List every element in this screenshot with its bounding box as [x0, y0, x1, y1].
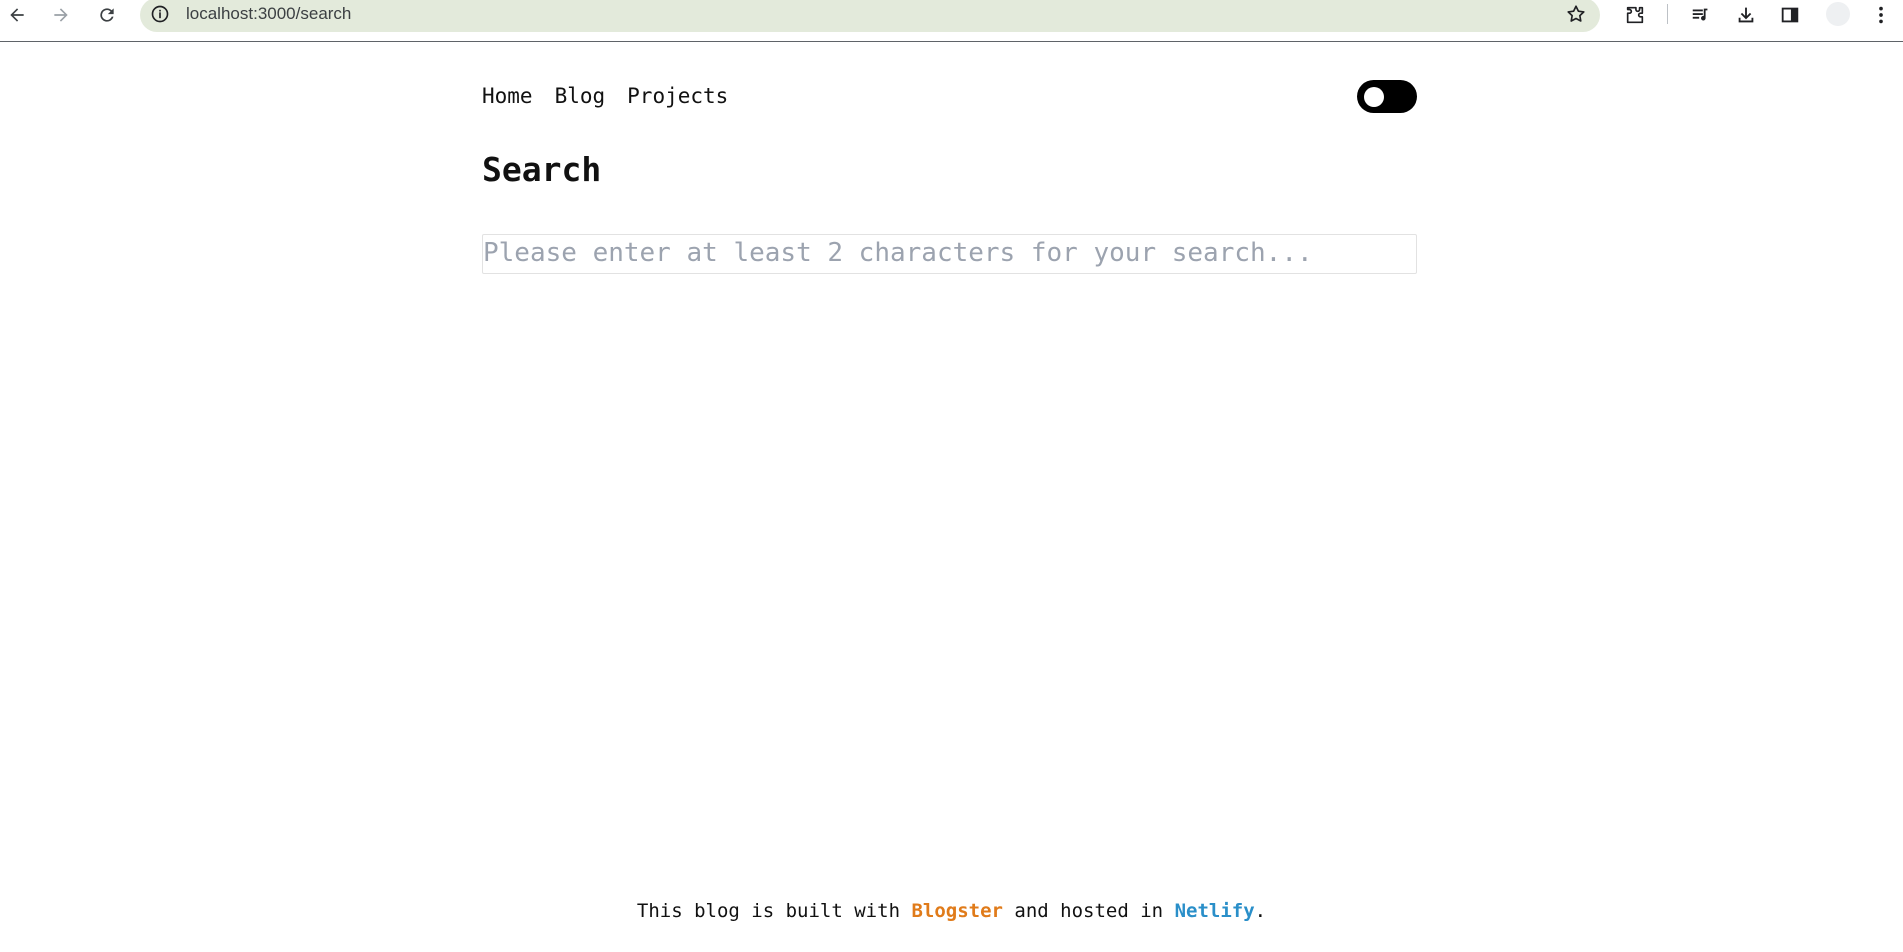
download-icon: [1738, 7, 1754, 23]
side-panel-icon: [1781, 7, 1799, 23]
extensions-button[interactable]: [1620, 0, 1650, 30]
footer-text-middle: and hosted in: [1002, 900, 1175, 922]
page-title: Search: [482, 150, 602, 189]
nav-link-blog[interactable]: Blog: [555, 84, 606, 108]
search-input[interactable]: [482, 234, 1417, 274]
downloads-button[interactable]: [1731, 0, 1761, 30]
address-bar[interactable]: localhost:3000/search: [140, 0, 1600, 32]
forward-arrow-icon: [54, 8, 68, 22]
footer-text-after: .: [1254, 900, 1267, 922]
footer-text-before: This blog is built with: [636, 900, 912, 922]
back-arrow-icon: [10, 8, 24, 22]
browser-menu-button[interactable]: [1866, 0, 1896, 30]
nav-link-projects[interactable]: Projects: [627, 84, 728, 108]
reload-icon: [100, 8, 114, 22]
reading-list-icon: [1692, 8, 1708, 21]
profile-avatar[interactable]: [1826, 2, 1850, 26]
bookmark-star-icon[interactable]: [1564, 2, 1588, 26]
forward-button[interactable]: [46, 0, 76, 30]
toolbar-divider: [1667, 4, 1668, 24]
back-button[interactable]: [2, 0, 32, 30]
reading-list-button[interactable]: [1686, 0, 1716, 30]
footer-link-netlify[interactable]: Netlify: [1175, 900, 1255, 922]
reload-button[interactable]: [92, 0, 122, 30]
footer-link-blogster[interactable]: Blogster: [911, 900, 1003, 922]
footer: This blog is built with Blogster and hos…: [0, 900, 1903, 922]
browser-toolbar: localhost:3000/search: [0, 0, 1903, 42]
theme-toggle[interactable]: [1357, 80, 1417, 113]
side-panel-button[interactable]: [1775, 0, 1805, 30]
nav-link-home[interactable]: Home: [482, 84, 533, 108]
url-text[interactable]: localhost:3000/search: [186, 4, 351, 24]
toggle-knob: [1364, 87, 1384, 107]
site-info-icon[interactable]: [150, 4, 170, 24]
kebab-menu-icon: [1879, 6, 1883, 24]
extensions-icon: [1626, 6, 1644, 24]
site-nav: Home Blog Projects: [482, 84, 728, 108]
